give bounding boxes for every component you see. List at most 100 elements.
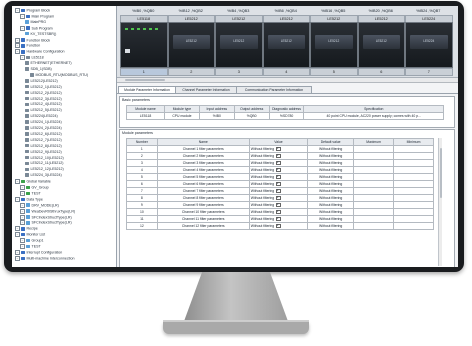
table-row[interactable]: 6 Channel 6 filter parameters Without filt… [126,180,434,188]
tree-item[interactable]: − Data Type [15,196,43,202]
expander-icon[interactable]: − [15,226,20,232]
expander-icon[interactable]: − [15,179,20,185]
tree-item[interactable]: − SFCIndexStructType(LR) [20,214,72,220]
value-dropdown[interactable]: Without filtering ▾ [248,215,309,223]
slot-number[interactable]: 2 [167,68,215,76]
tree-item[interactable]: LE5212_9(LE5212) [25,150,62,155]
tree-item[interactable]: SDB_1(SDB) [25,67,52,72]
tree-item[interactable]: − Multi-machine Interconnection [15,255,74,261]
chevron-down-icon[interactable]: ▾ [276,160,281,166]
rack-module[interactable]: LE5212 [262,22,310,68]
slot-number[interactable]: 1 [120,68,168,76]
value-dropdown[interactable]: Without filtering ▾ [248,187,309,195]
tree-item[interactable]: LE5224(LE5224) [25,114,58,119]
tree-item[interactable]: ETHERNET(ETHERNET) [25,61,72,66]
expander-icon[interactable]: − [20,244,25,249]
tree-item[interactable]: − Recipe [15,226,38,232]
chevron-down-icon[interactable]: ▾ [276,188,281,194]
tree-item[interactable]: − Monitor List [15,232,45,238]
tree-item[interactable]: LE5212_12(LE5212) [25,167,64,172]
table-row[interactable]: 9 Channel 9 filter parameters Without filt… [126,201,434,209]
slot-number[interactable]: 3 [215,68,263,76]
rack-module[interactable]: LE5212 [167,22,215,68]
tab-communication-parameter[interactable]: Communication Parameter Information [236,86,312,93]
chevron-down-icon[interactable]: ▾ [276,167,281,173]
table-row[interactable]: LE5118 CPU module %IB0 %QB0 %SD780 40 point C… [125,112,444,120]
expander-icon[interactable]: − [20,238,25,244]
rack-module[interactable]: LE5212 [215,22,263,68]
tree-item[interactable]: MODBUS_RTU(MODBUS_RTU) [30,73,88,78]
table-row[interactable]: 7 Channel 7 filter parameters Without filt… [126,187,434,195]
value-dropdown[interactable]: Without filtering ▾ [248,173,309,181]
tree-item[interactable]: − GV_Group [20,185,49,190]
scrollbar-thumb[interactable] [439,148,442,198]
expander-icon[interactable]: − [20,220,25,226]
expander-icon[interactable]: − [20,25,25,31]
value-dropdown[interactable]: Without filtering ▾ [248,159,309,167]
table-row[interactable]: 3 Channel 3 filter parameters Without filt… [126,159,434,167]
tree-item[interactable]: − Function Block [15,37,50,43]
tree-item[interactable]: LE5212_6(LE5212) [25,132,62,137]
expander-icon[interactable]: − [15,232,20,238]
rack-horizontal-scrollbar[interactable] [117,78,458,83]
tree-item[interactable]: − LE5118 [20,55,44,61]
expander-icon[interactable]: − [15,49,20,55]
scrollbar-thumb[interactable] [125,79,165,81]
tab-channel-parameter[interactable]: Channel Parameter Information [175,86,237,93]
slot-number[interactable]: 6 [357,68,405,76]
value-dropdown[interactable]: Without filtering ▾ [248,180,309,188]
value-dropdown[interactable]: Without filtering ▾ [248,201,309,209]
rack-module[interactable]: LE5212 [357,22,405,68]
tree-item[interactable]: − Global Variable [15,179,51,185]
tab-module-parameter[interactable]: Module Parameter Information [118,86,176,93]
tree-item[interactable]: LE5212_7(LE5212) [25,138,62,143]
tree-item[interactable]: LE5212_11(LE5212) [25,161,63,166]
tree-item[interactable]: − TEST [20,244,41,249]
chevron-down-icon[interactable]: ▾ [276,216,281,222]
expander-icon[interactable]: − [20,55,25,61]
tree-item[interactable]: − Main Program [20,13,54,19]
expander-icon[interactable]: − [20,208,25,214]
chevron-down-icon[interactable]: ▾ [276,153,281,159]
tree-item[interactable]: LE5224_3(LE5224) [25,173,62,178]
value-dropdown[interactable]: Without filtering ▾ [248,208,309,216]
value-dropdown[interactable]: Without filtering ▾ [248,222,309,230]
tree-item[interactable]: LE5212_10(LE5212) [25,156,64,161]
chevron-down-icon[interactable]: ▾ [276,195,281,201]
tree-item[interactable]: − SFCIndexStructType(LR) [20,220,72,226]
rack-module[interactable]: LE5212 [310,22,358,68]
expander-icon[interactable]: − [15,37,20,43]
table-row[interactable]: 8 Channel 8 filter parameters Without filt… [126,194,434,202]
tree-item[interactable]: LE5224_2(LE5224) [25,126,62,131]
value-dropdown[interactable]: Without filtering ▾ [248,194,309,202]
table-row[interactable]: 2 Channel 2 filter parameters Without filt… [126,152,434,160]
tree-item[interactable]: LE5212_3(LE5212) [25,97,62,102]
expander-icon[interactable]: − [20,214,25,220]
chevron-down-icon[interactable]: ▾ [276,209,281,215]
expander-icon[interactable]: − [15,249,20,255]
tree-item[interactable]: − Interrupt Configuration [15,249,62,255]
expander-icon[interactable]: − [15,8,20,13]
table-row[interactable]: 11 Channel 11 filter parameters Without fi… [126,215,434,223]
tree-item[interactable]: − Sub Program [20,25,53,31]
chevron-down-icon[interactable]: ▾ [276,202,281,208]
table-row[interactable]: 1 Channel 1 filter parameters Without filt… [126,145,434,153]
tree-item[interactable]: LE5224_1(LE5224) [25,120,62,125]
module-parameters-scrollbar[interactable] [438,138,442,266]
chevron-down-icon[interactable]: ▾ [276,223,281,229]
expander-icon[interactable]: − [15,196,20,202]
tree-item[interactable]: − DRV_MODE(LR) [20,202,59,208]
slot-number[interactable]: 4 [262,68,310,76]
table-row[interactable]: 12 Channel 12 filter parameters Without fi… [126,222,434,230]
tree-item[interactable]: − Function [15,43,40,49]
table-row[interactable]: 4 Channel 4 filter parameters Without filt… [126,166,434,174]
tree-item[interactable]: − Program Block [15,8,50,13]
tree-item[interactable]: LE5212_5(LE5212) [25,108,62,113]
tree-item[interactable]: LE5212(LE5212) [25,79,58,84]
slot-number[interactable]: 5 [310,68,358,76]
expander-icon[interactable]: − [20,185,25,190]
chevron-down-icon[interactable]: ▾ [276,181,281,187]
value-dropdown[interactable]: Without filtering ▾ [248,152,309,160]
rack-module[interactable] [120,22,168,68]
tree-item[interactable]: − Hardware Configuration [15,49,64,55]
